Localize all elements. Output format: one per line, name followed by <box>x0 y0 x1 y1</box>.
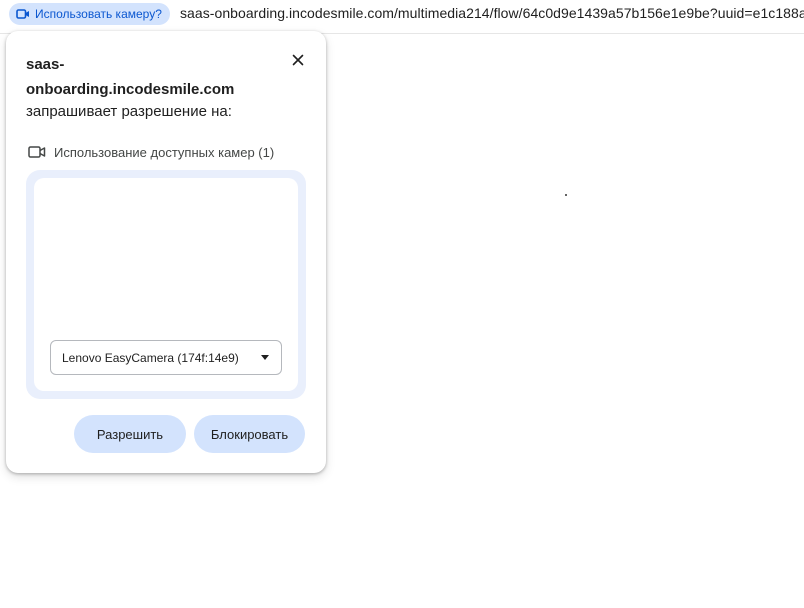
url-text[interactable]: saas-onboarding.incodesmile.com/multimed… <box>180 5 804 21</box>
dialog-title: saas- onboarding.incodesmile.com <box>26 52 276 102</box>
block-button[interactable]: Блокировать <box>194 415 305 453</box>
camera-preview: Lenovo EasyCamera (174f:14e9) <box>34 178 298 391</box>
permission-label: Использование доступных камер (1) <box>54 144 275 160</box>
allow-button[interactable]: Разрешить <box>74 415 186 453</box>
camera-permission-chip[interactable]: Использовать камеру? <box>9 3 170 25</box>
camera-icon <box>28 145 46 159</box>
permission-chip-label: Использовать камеру? <box>35 7 162 21</box>
dialog-title-line2: onboarding.incodesmile.com <box>26 81 235 98</box>
camera-select[interactable]: Lenovo EasyCamera (174f:14e9) <box>50 340 282 375</box>
camera-preview-frame: Lenovo EasyCamera (174f:14e9) <box>26 170 306 399</box>
permission-dialog: saas- onboarding.incodesmile.com запраши… <box>6 31 326 473</box>
dialog-title-line1: saas- <box>26 56 65 73</box>
permission-request-row: Использование доступных камер (1) <box>28 142 274 162</box>
close-button[interactable] <box>288 52 308 72</box>
caret-down-icon <box>261 355 269 360</box>
close-icon <box>292 53 304 71</box>
address-bar: Использовать камеру? saas-onboarding.inc… <box>0 0 804 30</box>
camera-icon <box>16 8 30 20</box>
page-dot <box>565 194 567 196</box>
dialog-subtitle: запрашивает разрешение на: <box>26 103 232 120</box>
camera-select-value: Lenovo EasyCamera (174f:14e9) <box>62 350 239 365</box>
